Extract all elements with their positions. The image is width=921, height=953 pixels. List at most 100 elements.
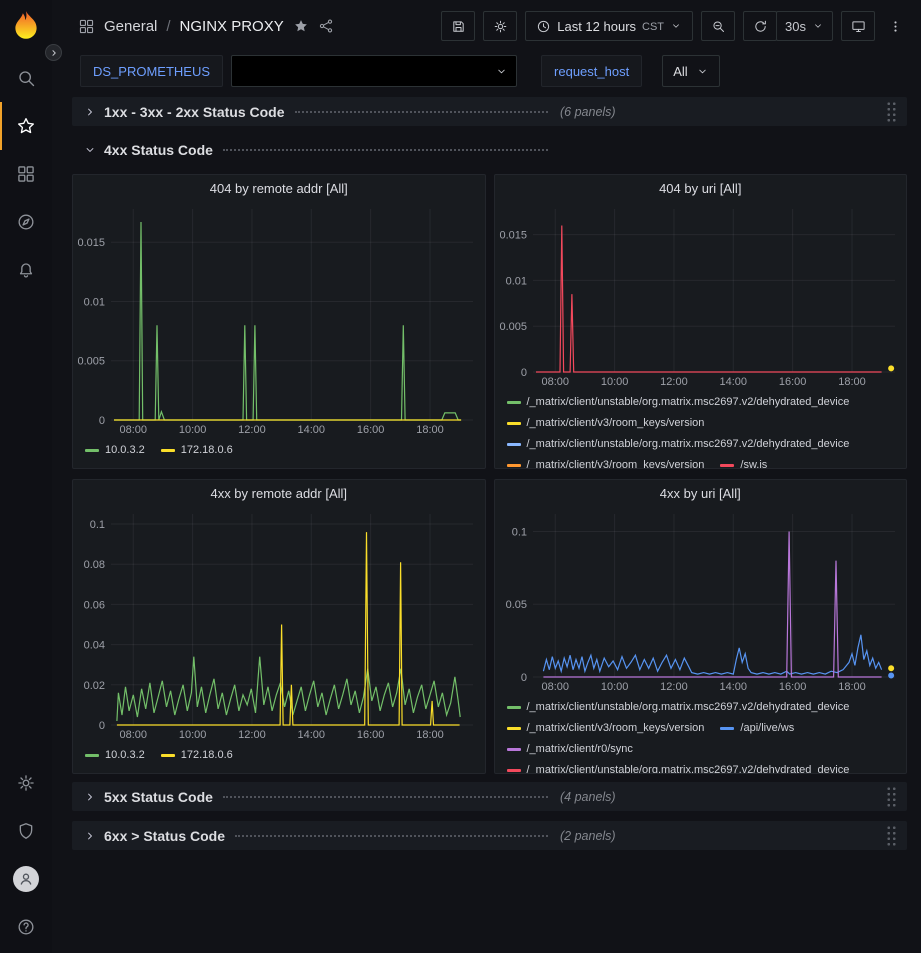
sidebar-item-configuration[interactable] [0,759,52,807]
panel-count: (4 panels) [560,790,616,804]
breadcrumb-title[interactable]: NGINX PROXY [180,18,284,35]
svg-text:14:00: 14:00 [298,424,326,436]
grafana-logo[interactable] [9,9,43,43]
star-icon [16,116,36,136]
svg-text:0.06: 0.06 [84,599,105,611]
row-header-1xx-3xx-2xx[interactable]: 1xx - 3xx - 2xx Status Code (6 panels) [72,97,907,126]
panel-title[interactable]: 4xx by remote addr [All] [73,480,485,506]
favorite-star-icon[interactable] [293,18,309,34]
variable-label-request-host[interactable]: request_host [541,55,642,87]
time-series-chart[interactable]: 08:0010:0012:0014:0016:0018:0000.0050.01… [495,201,907,390]
legend-item[interactable]: 10.0.3.2 [85,745,145,766]
search-icon [16,68,36,88]
sidebar-item-starred[interactable] [0,102,52,150]
clock-icon [536,19,551,34]
legend-item[interactable]: /_matrix/client/unstable/org.matrix.msc2… [507,434,850,455]
svg-text:16:00: 16:00 [357,729,385,741]
legend-label: /_matrix/client/r0/sync [527,739,633,760]
sidebar-item-alerting[interactable] [0,246,52,294]
svg-text:0.015: 0.015 [77,237,105,249]
panel-404-by-uri: 404 by uri [All] 08:0010:0012:0014:0016:… [494,174,908,469]
datasource-select[interactable] [231,55,517,87]
legend-item[interactable]: /_matrix/client/v3/room_keys/version [507,455,705,468]
time-series-chart[interactable]: 08:0010:0012:0014:0016:0018:0000.0050.01… [73,201,485,438]
row-drag-handle[interactable] [886,825,897,846]
time-series-chart[interactable]: 08:0010:0012:0014:0016:0018:0000.050.1 [495,506,907,695]
svg-text:08:00: 08:00 [541,376,569,388]
svg-text:14:00: 14:00 [719,376,747,388]
svg-text:16:00: 16:00 [357,424,385,436]
more-options-button[interactable] [883,11,907,41]
kebab-menu-icon [888,19,903,34]
sidebar-item-server-admin[interactable] [0,807,52,855]
shield-icon [16,821,36,841]
sidebar-item-dashboards[interactable] [0,150,52,198]
chevron-right-icon [49,48,59,58]
top-navigation: General / NGINX PROXY Last 12 hours CST [52,0,921,52]
panel-title[interactable]: 4xx by uri [All] [495,480,907,506]
svg-text:10:00: 10:00 [179,424,207,436]
save-dashboard-button[interactable] [441,11,475,41]
refresh-interval-picker[interactable]: 30s [776,11,833,41]
variable-label-datasource[interactable]: DS_PROMETHEUS [80,55,223,87]
chevron-down-icon [80,143,100,157]
row-drag-handle[interactable] [886,786,897,807]
legend-item[interactable]: /_matrix/client/unstable/org.matrix.msc2… [507,760,850,773]
row-header-5xx[interactable]: 5xx Status Code (4 panels) [72,782,907,811]
tv-mode-button[interactable] [841,11,875,41]
svg-text:12:00: 12:00 [660,681,688,693]
legend-item[interactable]: /sw.js [720,455,767,468]
legend-item[interactable]: /_matrix/client/v3/room_keys/version [507,413,705,434]
monitor-icon [851,19,866,34]
legend-item[interactable]: 172.18.0.6 [161,440,233,461]
legend-item[interactable]: /_matrix/client/unstable/org.matrix.msc2… [507,392,850,413]
time-range-label: Last 12 hours [557,19,636,34]
svg-text:0: 0 [99,720,105,732]
chart-legend: 10.0.3.2 172.18.0.6 [73,438,485,468]
legend-label: /_matrix/client/unstable/org.matrix.msc2… [527,697,850,718]
breadcrumb-section[interactable]: General [104,18,157,35]
panel-4xx-by-uri: 4xx by uri [All] 08:0010:0012:0014:0016:… [494,479,908,774]
legend-item[interactable]: 172.18.0.6 [161,745,233,766]
zoom-out-button[interactable] [701,11,735,41]
legend-item[interactable]: /api/live/ws [720,718,794,739]
row-header-6xx[interactable]: 6xx > Status Code (2 panels) [72,821,907,850]
panel-title[interactable]: 404 by remote addr [All] [73,175,485,201]
sidebar-top-nav [0,54,52,294]
svg-text:0: 0 [99,415,105,427]
sidebar-item-profile[interactable] [0,855,52,903]
row-title: 5xx Status Code [104,789,213,805]
legend-swatch [85,754,99,757]
panel-count: (2 panels) [560,829,616,843]
sidebar-expand-button[interactable] [45,44,62,61]
share-icon[interactable] [318,18,334,34]
request-host-select[interactable]: All [662,55,719,87]
legend-item[interactable]: /_matrix/client/unstable/org.matrix.msc2… [507,697,850,718]
chart-legend: /_matrix/client/unstable/org.matrix.msc2… [495,390,907,468]
chevron-down-icon [696,65,709,78]
panel-count: (6 panels) [560,105,616,119]
time-range-picker[interactable]: Last 12 hours CST [525,11,693,41]
svg-text:16:00: 16:00 [778,376,806,388]
svg-text:0.005: 0.005 [499,321,527,333]
legend-item[interactable]: /_matrix/client/v3/room_keys/version [507,718,705,739]
legend-label: /_matrix/client/v3/room_keys/version [527,455,705,468]
svg-text:0.01: 0.01 [84,296,105,308]
sidebar-item-explore[interactable] [0,198,52,246]
legend-swatch [720,464,734,467]
refresh-button[interactable] [743,11,777,41]
sidebar [0,0,52,953]
dashboard-settings-button[interactable] [483,11,517,41]
legend-label: 10.0.3.2 [105,440,145,461]
row-header-4xx[interactable]: 4xx Status Code [72,136,907,164]
time-series-chart[interactable]: 08:0010:0012:0014:0016:0018:0000.020.040… [73,506,485,743]
compass-icon [16,212,36,232]
sidebar-item-search[interactable] [0,54,52,102]
legend-item[interactable]: /_matrix/client/r0/sync [507,739,633,760]
panel-4xx-by-remote-addr: 4xx by remote addr [All] 08:0010:0012:00… [72,479,486,774]
legend-item[interactable]: 10.0.3.2 [85,440,145,461]
row-title: 6xx > Status Code [104,828,225,844]
panel-title[interactable]: 404 by uri [All] [495,175,907,201]
sidebar-item-help[interactable] [0,903,52,951]
row-drag-handle[interactable] [886,101,897,122]
